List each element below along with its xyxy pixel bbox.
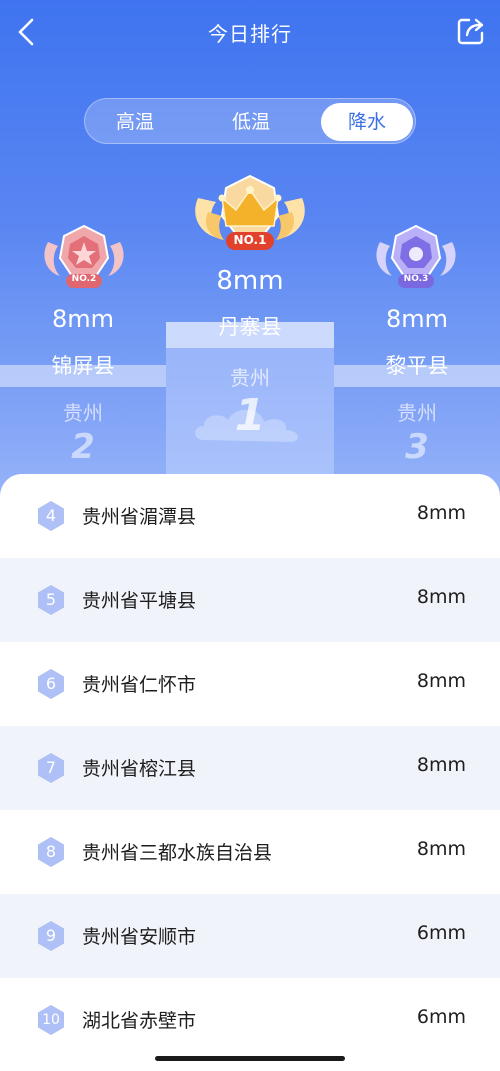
podium-first-name: 丹寨县 (218, 315, 282, 339)
hero-header: 今日排行 高温 低温 降水 贵州 2 贵州 3 贵州 1 NO.2 8mm 锦屏… (0, 0, 500, 500)
list-value: 8mm (416, 586, 466, 608)
podium-first-region: 贵州 (230, 366, 270, 390)
podium-third-value: 8mm (385, 305, 449, 333)
podium-first-value: 8mm (216, 266, 284, 296)
podium-second-rank: 2 (71, 427, 95, 467)
category-tabs: 高温 低温 降水 (84, 98, 416, 144)
podium-third-rank: 3 (405, 427, 429, 467)
podium-third-region: 贵州 (397, 401, 437, 425)
list-location: 贵州省榕江县 (82, 758, 197, 780)
list-rank: 9 (45, 926, 57, 945)
list-value: 6mm (416, 922, 466, 944)
list-value: 8mm (416, 502, 466, 524)
list-item[interactable]: 10 湖北省赤壁市 6mm (0, 978, 500, 1062)
first-badge-label: NO.1 (233, 233, 267, 247)
list-item[interactable]: 9 贵州省安顺市 6mm (0, 894, 500, 978)
third-badge-label: NO.3 (403, 274, 429, 284)
list-value: 8mm (416, 838, 466, 860)
list-item[interactable]: 8 贵州省三都水族自治县 8mm (0, 810, 500, 894)
tab-high-temp[interactable]: 高温 (89, 103, 181, 141)
list-rank: 8 (45, 842, 57, 861)
page-title: 今日排行 (208, 22, 292, 46)
podium-second-region: 贵州 (63, 401, 103, 425)
list-rank: 6 (45, 674, 57, 693)
list-location: 贵州省湄潭县 (82, 506, 197, 528)
list-item[interactable]: 6 贵州省仁怀市 8mm (0, 642, 500, 726)
list-rank: 5 (45, 590, 57, 609)
list-rank: 7 (45, 758, 57, 777)
list-location: 贵州省三都水族自治县 (82, 842, 273, 864)
share-button[interactable] (456, 16, 486, 46)
top-bar: 今日排行 (0, 0, 500, 66)
list-item[interactable]: 4 贵州省湄潭县 8mm (0, 474, 500, 558)
home-indicator[interactable] (155, 1056, 345, 1061)
share-icon (457, 18, 484, 45)
list-location: 湖北省赤壁市 (82, 1010, 197, 1032)
list-location: 贵州省平塘县 (82, 590, 197, 612)
podium-second-value: 8mm (51, 305, 115, 333)
list-location: 贵州省仁怀市 (82, 674, 197, 696)
list-value: 6mm (416, 1006, 466, 1028)
second-badge-label: NO.2 (71, 274, 97, 284)
podium-third-name: 黎平县 (385, 354, 449, 378)
tab-low-temp[interactable]: 低温 (205, 103, 297, 141)
list-value: 8mm (416, 754, 466, 776)
list-value: 8mm (416, 670, 466, 692)
list-item[interactable]: 7 贵州省榕江县 8mm (0, 726, 500, 810)
list-location: 贵州省安顺市 (82, 926, 197, 948)
list-rank: 4 (45, 506, 57, 525)
list-rank: 10 (42, 1012, 60, 1028)
tab-precipitation[interactable]: 降水 (321, 103, 413, 141)
podium-second-name: 锦屏县 (51, 354, 115, 378)
list-item[interactable]: 5 贵州省平塘县 8mm (0, 558, 500, 642)
ranking-list: 4 贵州省湄潭县 8mm 5 贵州省平塘县 8mm 6 贵州省仁怀市 8mm 7… (0, 474, 500, 1071)
podium-first-rank: 1 (234, 390, 266, 441)
